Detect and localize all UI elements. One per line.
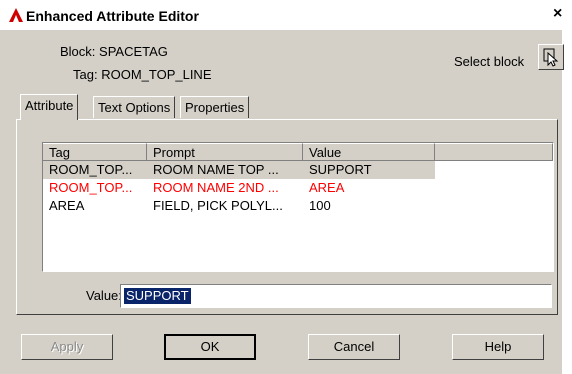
title-bar: Enhanced Attribute Editor ×	[0, 0, 572, 30]
block-label: Block:	[60, 44, 96, 59]
attribute-table[interactable]: Tag Prompt Value ROOM_TOP... ROOM NAME T…	[42, 142, 554, 272]
autocad-logo-icon	[9, 8, 23, 22]
row-value: 100	[309, 198, 331, 213]
table-row[interactable]: ROOM_TOP... ROOM NAME 2ND ... AREA	[43, 179, 435, 197]
row-tag: AREA	[49, 198, 85, 213]
row-tag: ROOM_TOP...	[49, 180, 133, 195]
apply-button[interactable]: Apply	[21, 334, 113, 360]
help-button[interactable]: Help	[452, 334, 544, 360]
tag-label: Tag:	[73, 67, 98, 82]
close-icon[interactable]: ×	[553, 6, 562, 22]
column-header-empty	[435, 143, 553, 161]
dialog-window: Enhanced Attribute Editor × Block: SPACE…	[0, 0, 572, 374]
value-input-text: SUPPORT	[124, 288, 191, 304]
row-tag: ROOM_TOP...	[49, 162, 133, 177]
ok-button[interactable]: OK	[164, 334, 256, 360]
tab-properties[interactable]: Properties	[180, 96, 250, 118]
tab-attribute[interactable]: Attribute	[20, 94, 79, 120]
tag-value: ROOM_TOP_LINE	[101, 67, 212, 82]
cancel-button[interactable]: Cancel	[308, 334, 400, 360]
row-prompt: ROOM NAME 2ND ...	[153, 180, 279, 195]
block-value: SPACETAG	[99, 44, 168, 59]
value-input[interactable]: SUPPORT	[120, 284, 552, 308]
table-header: Tag Prompt Value	[43, 143, 553, 161]
select-block-label: Select block	[454, 54, 525, 69]
row-value: SUPPORT	[309, 162, 372, 177]
column-header-prompt[interactable]: Prompt	[147, 143, 303, 161]
table-row[interactable]: ROOM_TOP... ROOM NAME TOP ... SUPPORT	[43, 161, 435, 179]
pick-object-icon	[543, 48, 559, 67]
attribute-list: Tag Prompt Value ROOM_TOP... ROOM NAME T…	[26, 122, 556, 274]
column-header-tag[interactable]: Tag	[43, 143, 147, 161]
select-block-button[interactable]	[538, 44, 564, 70]
column-header-value[interactable]: Value	[303, 143, 435, 161]
table-row[interactable]: AREA FIELD, PICK POLYL... 100	[43, 197, 435, 215]
block-info: Block: SPACETAG	[60, 44, 168, 59]
window-title: Enhanced Attribute Editor	[26, 8, 199, 24]
tab-text-options[interactable]: Text Options	[93, 96, 176, 118]
tag-info: Tag: ROOM_TOP_LINE	[73, 67, 212, 82]
row-value: AREA	[309, 180, 345, 195]
row-prompt: ROOM NAME TOP ...	[153, 162, 279, 177]
value-label: Value:	[86, 288, 122, 303]
row-prompt: FIELD, PICK POLYL...	[153, 198, 283, 213]
